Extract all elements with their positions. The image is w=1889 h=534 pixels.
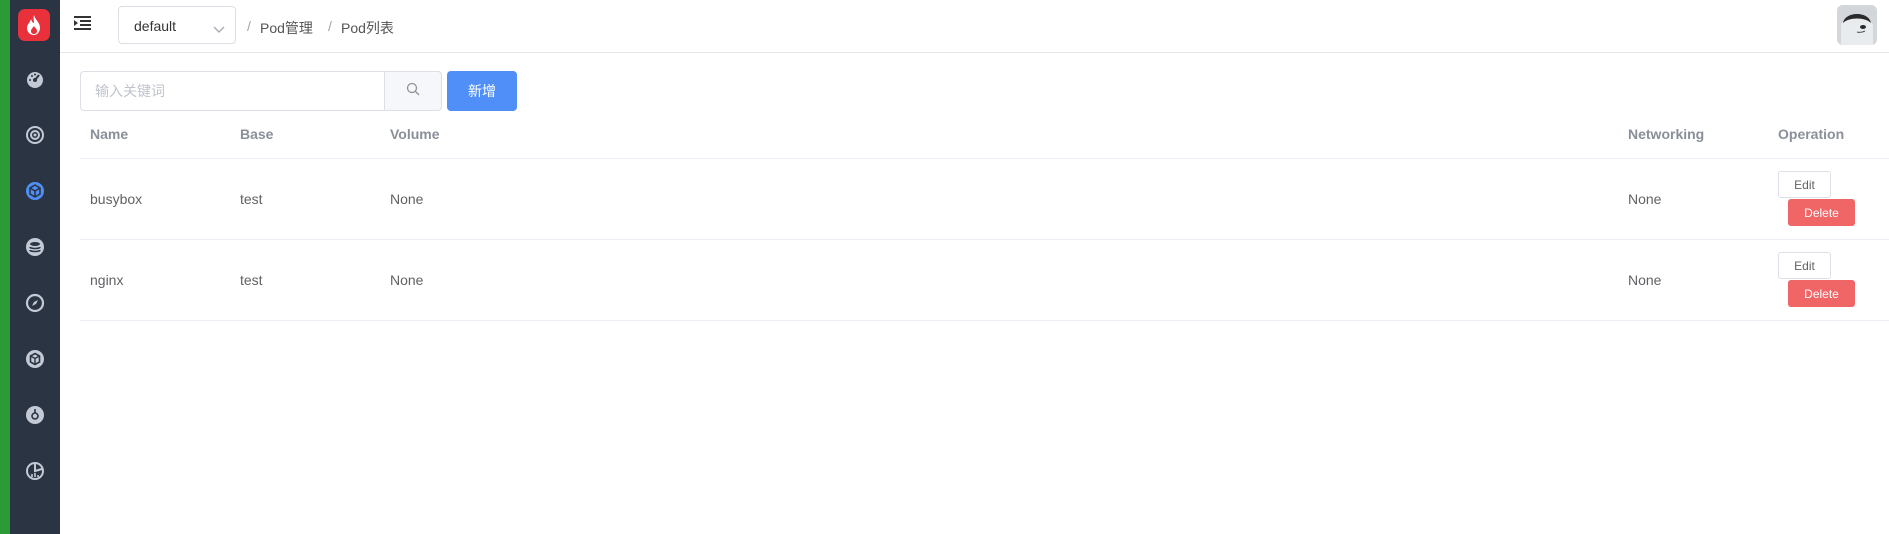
chevron-down-icon [213, 21, 225, 39]
cluster-gear-icon[interactable] [23, 123, 47, 147]
user-avatar[interactable] [1837, 5, 1877, 45]
top-header: default / Pod管理 / Pod列表 [60, 0, 1889, 53]
window-edge-strip [0, 0, 10, 534]
cell-base: test [240, 191, 263, 207]
namespace-select[interactable]: default [118, 6, 236, 44]
compass-icon[interactable] [23, 291, 47, 315]
edit-button[interactable]: Edit [1778, 252, 1831, 279]
table-divider [80, 239, 1889, 240]
delete-button[interactable]: Delete [1788, 199, 1855, 226]
breadcrumb-separator: / [247, 18, 251, 34]
cell-name: busybox [90, 191, 143, 207]
breadcrumb-pod-management[interactable]: Pod管理 [260, 18, 313, 38]
edit-button[interactable]: Edit [1778, 171, 1831, 198]
column-header-networking: Networking [1628, 126, 1705, 142]
table-header: Name Base Volume Networking Operation [80, 116, 1889, 158]
search-button[interactable] [384, 71, 442, 111]
table-divider [80, 320, 1889, 321]
search-icon [406, 82, 420, 101]
cube-icon[interactable] [23, 179, 47, 203]
cell-networking: None [1628, 272, 1662, 288]
cell-base: test [240, 272, 263, 288]
cell-volume: None [390, 191, 424, 207]
helm-icon[interactable] [23, 403, 47, 427]
app-logo[interactable] [18, 9, 50, 41]
column-header-name: Name [90, 126, 129, 142]
cell-networking: None [1628, 191, 1662, 207]
namespace-value: default [134, 18, 177, 34]
column-header-operation: Operation [1778, 126, 1845, 142]
delete-button[interactable]: Delete [1788, 280, 1855, 307]
add-button[interactable]: 新增 [447, 71, 517, 111]
cell-name: nginx [90, 272, 124, 288]
column-header-volume: Volume [390, 126, 440, 142]
menu-toggle-icon[interactable] [74, 15, 94, 35]
breadcrumb-pod-list: Pod列表 [341, 20, 394, 36]
breadcrumb-separator: / [328, 18, 332, 34]
chart-icon[interactable] [23, 459, 47, 483]
database-icon[interactable] [23, 235, 47, 259]
sidebar [10, 0, 60, 534]
flame-logo-icon [18, 9, 50, 41]
package-icon[interactable] [23, 347, 47, 371]
cell-volume: None [390, 272, 424, 288]
column-header-base: Base [240, 126, 274, 142]
table-divider [80, 158, 1889, 159]
search-input[interactable] [80, 71, 384, 111]
dashboard-gauge-icon[interactable] [23, 67, 47, 91]
